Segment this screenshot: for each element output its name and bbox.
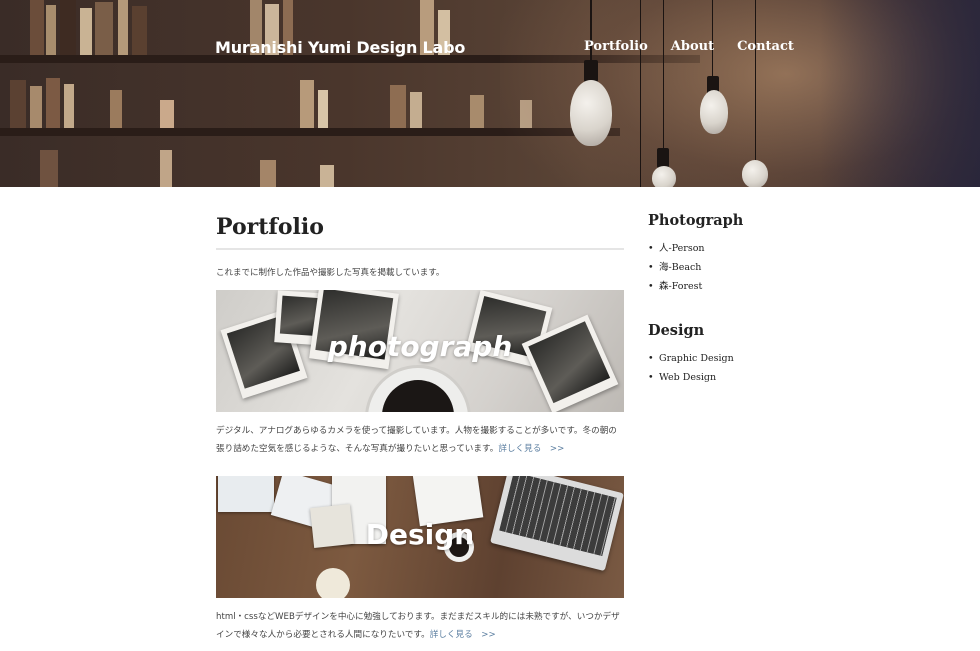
photograph-banner-label: photograph bbox=[327, 330, 513, 363]
design-more-link[interactable]: 詳しく見る >> bbox=[430, 630, 496, 640]
sidebar: Photograph 人-Person 海-Beach 森-Forest Des… bbox=[648, 212, 848, 387]
nav-contact[interactable]: Contact bbox=[737, 39, 794, 54]
nav-portfolio[interactable]: Portfolio bbox=[584, 39, 648, 54]
photograph-banner-image[interactable]: photograph bbox=[216, 290, 624, 412]
sidebar-item-graphic-design[interactable]: Graphic Design bbox=[648, 349, 848, 368]
sidebar-item-web-design[interactable]: Web Design bbox=[648, 368, 848, 387]
nav-about[interactable]: About bbox=[671, 39, 714, 54]
design-banner-label: Design bbox=[365, 518, 475, 551]
sidebar-design: Design Graphic Design Web Design bbox=[648, 322, 848, 387]
portfolio-card-photograph: photograph デジタル、アナログあらゆるカメラを使って撮影しています。人… bbox=[216, 290, 624, 458]
sidebar-item-forest[interactable]: 森-Forest bbox=[648, 277, 848, 296]
photograph-more-link[interactable]: 詳しく見る >> bbox=[498, 444, 564, 454]
design-description: html・cssなどWEBデザインを中心に勉強しております。まだまだスキル的には… bbox=[216, 612, 620, 640]
sidebar-heading-design: Design bbox=[648, 322, 705, 339]
main-content: Portfolio これまでに制作した作品や撮影した写真を掲載しています。 ph… bbox=[216, 214, 624, 644]
sidebar-list-photograph: 人-Person 海-Beach 森-Forest bbox=[648, 239, 848, 296]
sidebar-list-design: Graphic Design Web Design bbox=[648, 349, 848, 387]
sidebar-item-person[interactable]: 人-Person bbox=[648, 239, 848, 258]
sidebar-item-beach[interactable]: 海-Beach bbox=[648, 258, 848, 277]
intro-text: これまでに制作した作品や撮影した写真を掲載しています。 bbox=[216, 268, 445, 278]
header-hero: Muranishi Yumi Design Labo Portfolio Abo… bbox=[0, 0, 980, 187]
design-banner-image[interactable]: Design bbox=[216, 476, 624, 598]
main-nav: Portfolio About Contact bbox=[584, 39, 794, 54]
photograph-description: デジタル、アナログあらゆるカメラを使って撮影しています。人物を撮影することが多い… bbox=[216, 426, 617, 454]
sidebar-photograph: Photograph 人-Person 海-Beach 森-Forest bbox=[648, 212, 848, 296]
portfolio-card-design: Design html・cssなどWEBデザインを中心に勉強しております。まだま… bbox=[216, 476, 624, 644]
page-title: Portfolio bbox=[216, 214, 324, 240]
title-divider bbox=[216, 248, 624, 250]
sidebar-heading-photograph: Photograph bbox=[648, 212, 744, 229]
site-title[interactable]: Muranishi Yumi Design Labo bbox=[215, 38, 465, 57]
